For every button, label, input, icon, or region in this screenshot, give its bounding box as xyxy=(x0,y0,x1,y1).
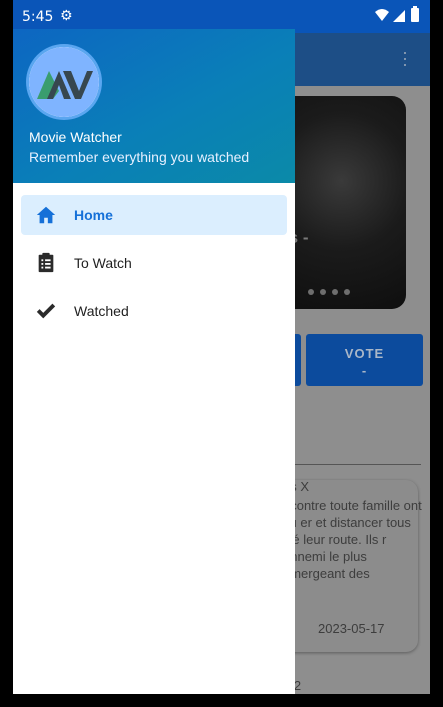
review-card-text: t contre toute famille ont su er et dist… xyxy=(283,498,422,581)
status-time: 5:45 xyxy=(22,9,54,25)
signal-icon xyxy=(393,10,405,22)
carousel-dots xyxy=(308,289,350,295)
vote-label: VOTE xyxy=(344,346,385,361)
home-icon xyxy=(36,206,56,224)
clipboard-list-icon xyxy=(38,252,54,273)
wifi-icon xyxy=(375,9,389,21)
gear-icon: ⚙ xyxy=(60,8,73,24)
nav-item-label: Watched xyxy=(74,303,129,319)
nav-item-to-watch[interactable]: To Watch xyxy=(21,243,287,283)
nav-item-label: Home xyxy=(74,207,113,223)
checkmark-icon xyxy=(36,303,56,319)
app-logo xyxy=(29,47,99,117)
vote-value: - xyxy=(361,363,368,378)
navigation-drawer: Movie Watcher Remember everything you wa… xyxy=(13,29,295,694)
battery-icon xyxy=(411,6,419,22)
vote-button: VOTE - xyxy=(306,334,423,386)
review-card-date: 2023-05-17 xyxy=(318,621,385,636)
logo-mw-icon xyxy=(37,71,93,99)
phone-screen: 5:45 ⚙ · · · ts - VOTE - us X t contre tou… xyxy=(13,0,430,694)
nav-item-label: To Watch xyxy=(74,255,132,271)
app-name: Movie Watcher xyxy=(29,129,122,145)
app-tagline: Remember everything you watched xyxy=(29,149,250,165)
nav-item-home[interactable]: Home xyxy=(21,195,287,235)
drawer-header: Movie Watcher Remember everything you wa… xyxy=(13,29,295,183)
overflow-menu-icon: · · · xyxy=(402,42,408,74)
nav-item-watched[interactable]: Watched xyxy=(21,291,287,331)
divider xyxy=(273,464,421,465)
